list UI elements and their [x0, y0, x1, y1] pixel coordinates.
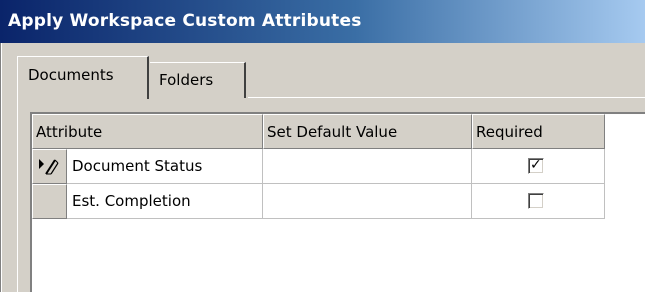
- edit-pencil-icon: [39, 159, 59, 175]
- attribute-cell[interactable]: Document Status: [67, 149, 263, 184]
- required-checkbox[interactable]: [528, 193, 544, 209]
- required-cell[interactable]: ✓: [472, 149, 605, 184]
- row-selector[interactable]: [32, 184, 67, 219]
- checkmark-icon: ✓: [530, 157, 542, 173]
- window-title: Apply Workspace Custom Attributes: [8, 11, 362, 31]
- required-checkbox[interactable]: ✓: [528, 157, 544, 174]
- table-row[interactable]: Est. Completion: [32, 184, 605, 219]
- window-left-edge: [0, 43, 3, 292]
- tab-documents-label: Documents: [28, 66, 114, 84]
- tab-strip-border: [248, 97, 645, 98]
- column-header-default-value[interactable]: Set Default Value: [263, 114, 472, 149]
- tab-documents[interactable]: Documents: [17, 56, 149, 99]
- table-row[interactable]: Document Status ✓: [32, 149, 605, 184]
- column-header-attribute[interactable]: Attribute: [32, 114, 263, 149]
- column-header-required[interactable]: Required: [472, 114, 605, 149]
- required-cell[interactable]: [472, 184, 605, 219]
- grid-header: Attribute Set Default Value Required: [32, 114, 645, 149]
- tab-folders-label: Folders: [159, 71, 214, 89]
- title-bar[interactable]: Apply Workspace Custom Attributes: [0, 0, 645, 43]
- tab-folders[interactable]: Folders: [150, 62, 246, 98]
- default-value-cell[interactable]: [263, 149, 472, 184]
- tab-panel-border: [17, 97, 18, 292]
- row-selector[interactable]: [32, 149, 67, 184]
- attribute-cell[interactable]: Est. Completion: [67, 184, 263, 219]
- attributes-grid[interactable]: Attribute Set Default Value Required Doc…: [30, 112, 645, 292]
- default-value-cell[interactable]: [263, 184, 472, 219]
